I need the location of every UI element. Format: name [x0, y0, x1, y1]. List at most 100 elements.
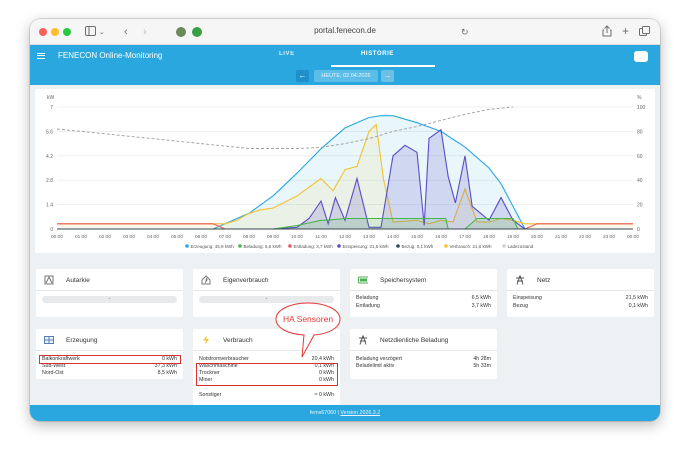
reload-icon[interactable]: ↻ — [461, 25, 469, 39]
row-value: 8,5 kWh — [157, 370, 177, 376]
minimize-window-button[interactable] — [51, 28, 59, 36]
tile-title: Erzeugung — [66, 337, 98, 344]
x-tick-label: 16:00 — [435, 234, 447, 240]
solar-panel-icon — [44, 336, 54, 344]
battery-icon — [358, 276, 368, 284]
legend-label: Beladung: 6,5 kWh — [244, 244, 283, 249]
netz-tile[interactable]: Netz Einspeisung 21,5 kWh Bezug 0,1 kWh — [507, 269, 654, 317]
list-item: Beladung 6,5 kWh — [356, 295, 491, 302]
sidebar-icon[interactable] — [85, 26, 96, 36]
y-axis-unit: kW — [47, 95, 55, 101]
legend-label: Entladung: 3,7 kWh — [294, 244, 334, 249]
y2-axis-unit: % — [637, 95, 642, 101]
y-tick-label: 1.4 — [46, 203, 53, 209]
lightning-icon — [203, 335, 209, 345]
row-value: 5h 33m — [473, 363, 491, 369]
autarkie-tile[interactable]: Autarkie - — [36, 269, 183, 317]
y-tick-label: 4.2 — [46, 154, 53, 160]
grid-charging-icon — [359, 335, 367, 345]
extension-icon[interactable] — [176, 27, 186, 37]
list-item: Beladung verzögert 4h 28m — [356, 356, 491, 363]
app-title: FENECON Online-Monitoring — [58, 51, 163, 60]
y-tick-label: 5.6 — [46, 129, 53, 135]
x-tick-label: 09:00 — [267, 234, 279, 240]
x-tick-label: 13:00 — [363, 234, 375, 240]
x-tick-label: 00:00 — [51, 234, 63, 240]
energy-chart-card: 0 1.4 2.8 4.2 5.6 7 0 20 40 60 80 100 kW% 00:00 01:00 0… — [35, 89, 655, 253]
row-label: Beladung — [356, 295, 379, 301]
row-label: Bezug — [513, 303, 529, 309]
list-item: Beladelimit aktiv 5h 33m — [356, 363, 491, 370]
row-value: 0,1 kWh — [628, 303, 648, 309]
energy-chart[interactable]: 0 1.4 2.8 4.2 5.6 7 0 20 40 60 80 100 kW % 00:00 01:00 0… — [35, 89, 655, 253]
browser-window: ⌄ ‹ › portal.fenecon.de ↻ + FENECON Onli… — [30, 19, 660, 421]
self-consumption-icon — [201, 275, 211, 285]
x-tick-label: 06:00 — [195, 234, 207, 240]
y2-tick-label: 60 — [637, 154, 643, 160]
y2-tick-label: 20 — [637, 203, 643, 209]
x-tick-label: 23:00 — [603, 234, 615, 240]
row-value: 6,5 kWh — [471, 295, 491, 301]
app-header: FENECON Online-Monitoring LIVE HISTORIE … — [30, 45, 660, 85]
row-label: Beladelimit aktiv — [356, 363, 395, 369]
tile-title: Autarkie — [66, 277, 90, 284]
row-label: Einspeisung — [513, 295, 542, 301]
legend-label: Verbrauch: 21,6 kWh — [450, 244, 493, 249]
previous-day-button[interactable]: ← — [296, 70, 309, 82]
share-icon[interactable] — [602, 25, 612, 37]
tab-historie[interactable]: HISTORIE — [361, 51, 394, 57]
row-value: 37,3 kWh — [154, 363, 177, 369]
x-tick-label: 18:00 — [483, 234, 495, 240]
legend-marker — [337, 244, 341, 248]
y2-tick-label: 100 — [637, 105, 646, 111]
list-item: Bezug 0,1 kWh — [513, 303, 648, 310]
tile-title: Speichersystem — [380, 277, 427, 284]
row-value: 21,5 kWh — [625, 295, 648, 301]
legend-label: Einspeisung: 21,5 kWh — [343, 244, 390, 249]
x-tick-label: 03:00 — [123, 234, 135, 240]
x-tick-label: 14:00 — [387, 234, 399, 240]
erzeugung-tile[interactable]: Erzeugung Balkonkraftwerk 0 kWh Süd-West 3… — [36, 329, 183, 379]
zoom-window-button[interactable] — [63, 28, 71, 36]
x-tick-label: 02:00 — [99, 234, 111, 240]
x-tick-label: 15:00 — [411, 234, 423, 240]
close-window-button[interactable] — [39, 28, 47, 36]
new-tab-icon[interactable]: + — [622, 24, 629, 38]
row-label: Notstromverbraucher — [199, 356, 249, 362]
x-tick-label: 04:00 — [147, 234, 159, 240]
next-day-button[interactable]: → — [381, 70, 394, 82]
list-item: Sonstiger ≈ 0 kWh — [199, 392, 334, 399]
legend-label: Bezug: 0,1 kWh — [402, 244, 434, 249]
address-bar[interactable]: portal.fenecon.de — [280, 26, 410, 35]
forward-icon[interactable]: › — [143, 25, 147, 39]
legend-marker — [502, 244, 506, 248]
back-icon[interactable]: ‹ — [124, 25, 128, 39]
tile-title: Eigenverbrauch — [223, 277, 269, 284]
y-tick-label: 2.8 — [46, 178, 53, 184]
date-picker[interactable]: HEUTE, 02.04.2026 — [314, 70, 378, 82]
x-tick-label: 00:00 — [627, 234, 639, 240]
x-tick-label: 05:00 — [171, 234, 183, 240]
tile-title: Netz — [537, 277, 551, 284]
x-tick-label: 10:00 — [291, 234, 303, 240]
legend-marker — [288, 244, 292, 248]
menu-icon[interactable] — [37, 53, 45, 59]
extension-icon[interactable] — [192, 27, 202, 37]
x-tick-label: 22:00 — [579, 234, 591, 240]
chat-icon[interactable] — [634, 51, 648, 62]
x-tick-label: 01:00 — [75, 234, 87, 240]
chevron-down-icon[interactable]: ⌄ — [99, 26, 105, 40]
x-tick-label: 19:00 — [507, 234, 519, 240]
netzdienliche-beladung-tile[interactable]: Netzdienliche Beladung Beladung verzöger… — [350, 329, 497, 379]
row-value: ≈ 0 kWh — [314, 392, 334, 398]
list-item: Entladung 3,7 kWh — [356, 303, 491, 310]
tab-overview-icon[interactable] — [639, 26, 650, 36]
highlight-box — [196, 363, 338, 386]
y-tick-label: 0 — [50, 227, 53, 233]
tab-live[interactable]: LIVE — [279, 51, 295, 57]
speichersystem-tile[interactable]: Speichersystem Beladung 6,5 kWh Entladung… — [350, 269, 497, 317]
x-tick-label: 07:00 — [219, 234, 231, 240]
autarky-icon — [44, 275, 54, 285]
legend-label: Erzeugung: 45,9 kWh — [191, 244, 235, 249]
version-link[interactable]: Version 2026.3.2 — [340, 410, 380, 416]
